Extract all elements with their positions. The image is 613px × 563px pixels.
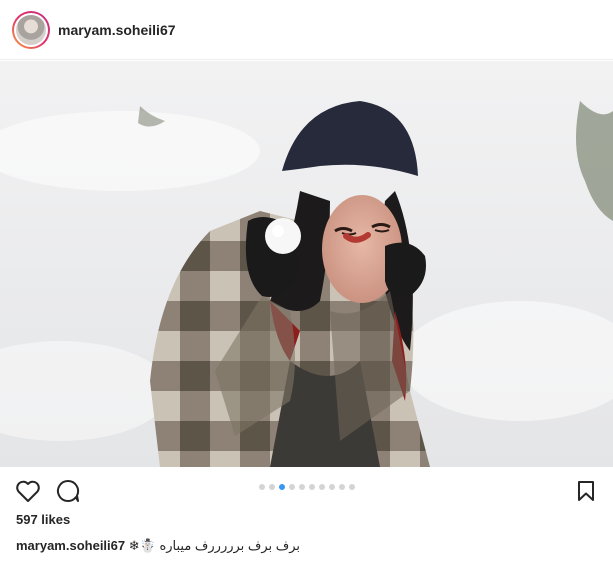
caption-username[interactable]: maryam.soheili67 xyxy=(16,538,125,553)
post-username[interactable]: maryam.soheili67 xyxy=(58,22,176,38)
avatar-border xyxy=(14,12,48,47)
heart-icon xyxy=(16,480,40,502)
bookmark-icon xyxy=(578,481,594,501)
carousel-dot xyxy=(328,484,335,490)
like-button[interactable] xyxy=(15,478,41,504)
save-button[interactable] xyxy=(573,478,599,504)
caption-text: برف برف برررررف میباره ☃️❄ xyxy=(128,538,301,553)
carousel-indicator xyxy=(0,484,613,490)
like-count[interactable]: 597 likes xyxy=(16,512,70,527)
comment-button[interactable] xyxy=(55,478,81,504)
photo-illustration xyxy=(0,61,613,467)
carousel-dot xyxy=(308,484,315,490)
post-actions xyxy=(0,468,613,512)
carousel-dot xyxy=(348,484,355,490)
carousel-dot xyxy=(288,484,295,490)
carousel-dot xyxy=(318,484,325,490)
carousel-dot xyxy=(338,484,345,490)
avatar[interactable] xyxy=(12,10,50,49)
carousel-dot xyxy=(268,484,275,490)
comment-icon xyxy=(56,479,80,502)
post-header: maryam.soheili67 xyxy=(0,0,613,60)
carousel-dot xyxy=(298,484,305,490)
post-caption: maryam.soheili67 برف برف برررررف میباره … xyxy=(16,538,300,554)
avatar-image xyxy=(16,14,46,45)
carousel-dot xyxy=(278,484,285,490)
carousel-dot xyxy=(258,484,265,490)
post-photo[interactable] xyxy=(0,61,613,467)
